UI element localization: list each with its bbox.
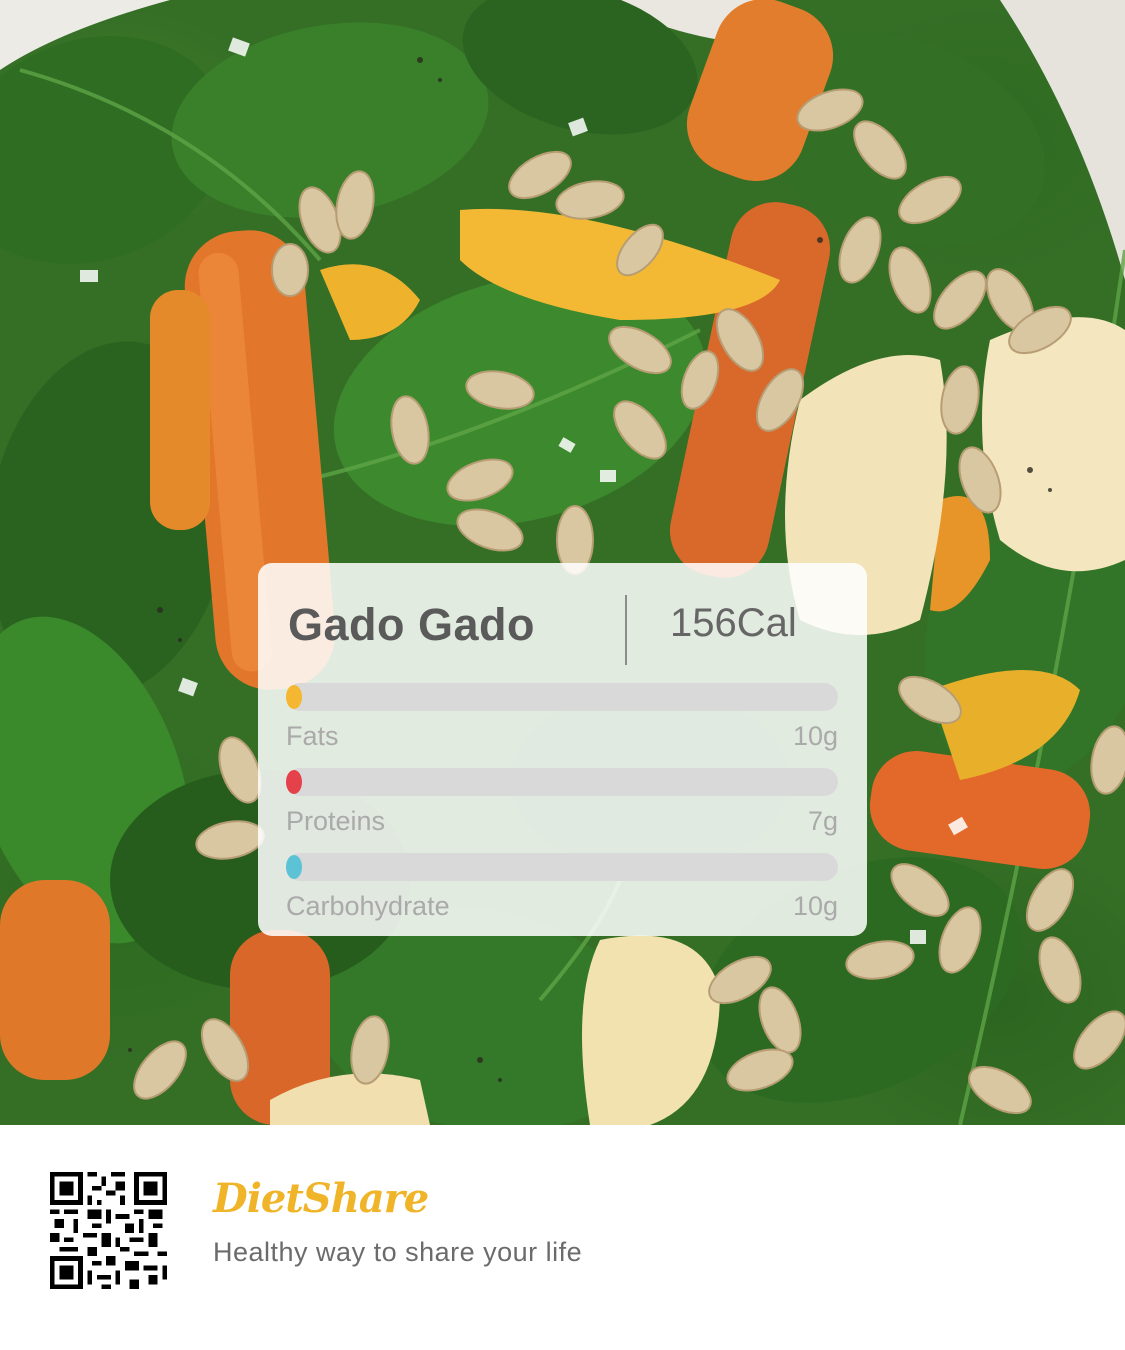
nutrition-card: Gado Gado 156Cal Fats 10g Proteins 7g Ca… — [258, 563, 867, 936]
nutrient-fats: Fats 10g — [286, 683, 838, 751]
fats-value: 10g — [792, 721, 838, 751]
carbohydrate-bar — [286, 853, 838, 881]
carbohydrate-label: Carbohydrate — [286, 891, 450, 921]
calorie-count: 156Cal — [670, 601, 797, 645]
nutrient-proteins: Proteins 7g — [286, 768, 838, 836]
footer: DietShare Healthy way to share your life — [0, 1125, 1125, 1350]
proteins-bar — [286, 768, 838, 796]
brand-logo-text: DietShare — [213, 1175, 429, 1222]
fats-indicator — [286, 685, 302, 709]
tagline: Healthy way to share your life — [213, 1237, 583, 1267]
proteins-indicator — [286, 770, 302, 794]
dish-name: Gado Gado — [288, 599, 536, 650]
carbohydrate-value: 10g — [792, 891, 838, 921]
fats-bar — [286, 683, 838, 711]
nutrient-carbohydrate: Carbohydrate 10g — [286, 853, 838, 921]
carbohydrate-indicator — [286, 855, 302, 879]
qr-code-icon — [50, 1172, 167, 1289]
proteins-label: Proteins — [286, 806, 386, 836]
fats-label: Fats — [286, 721, 339, 751]
title-divider — [625, 595, 627, 665]
proteins-value: 7g — [807, 806, 838, 836]
